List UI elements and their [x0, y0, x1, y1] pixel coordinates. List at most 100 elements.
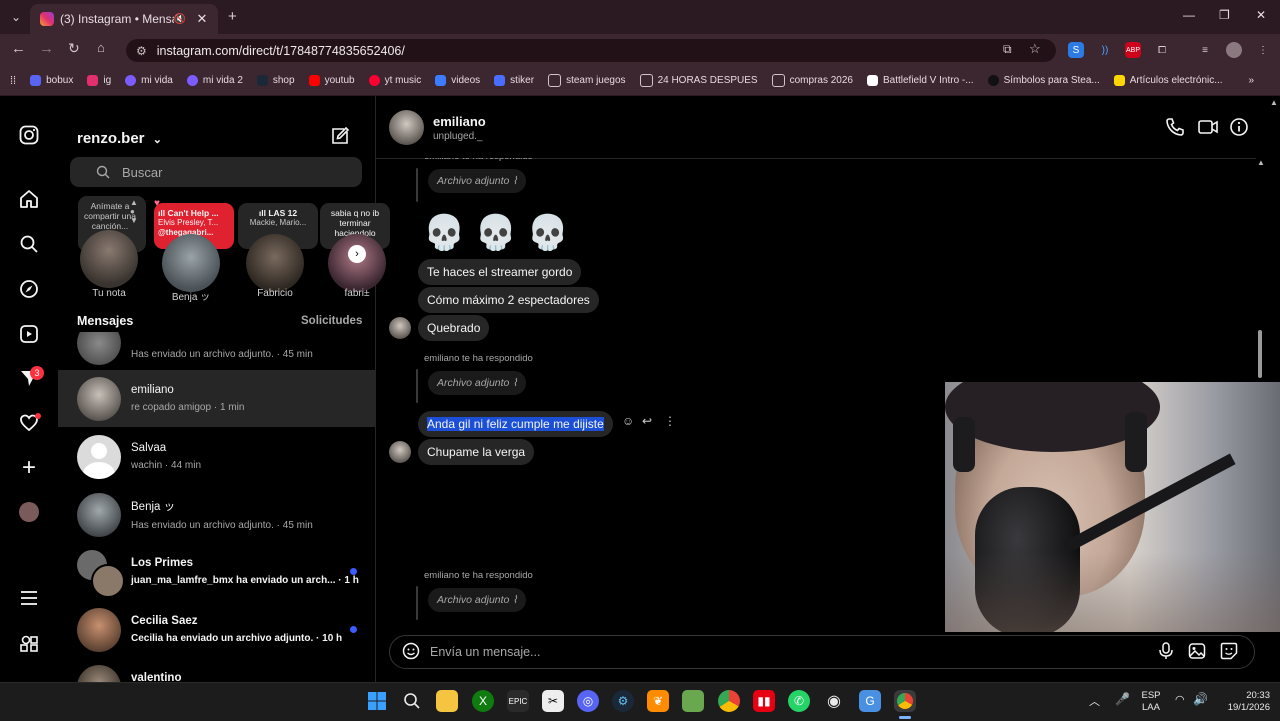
conversation-row-salvaa[interactable]: Salvaa wachin · 44 min [58, 428, 375, 485]
benja-note-avatar[interactable] [162, 234, 220, 292]
message-bubble-selected[interactable]: Anda gil ni feliz cumple me dijiste [418, 411, 613, 437]
browser-menu-icon[interactable]: ⋮ [1255, 42, 1271, 58]
steam-icon[interactable]: ⚙ [612, 690, 634, 712]
address-bar[interactable]: ⚙ instagram.com/direct/t/178487748356524… [126, 39, 1056, 62]
bookmark-battlefield[interactable]: Battlefield V Intro -... [866, 75, 974, 86]
home-nav-icon[interactable] [17, 187, 41, 211]
requests-link[interactable]: Solicitudes [301, 315, 362, 327]
profile-avatar-icon[interactable] [1226, 42, 1242, 58]
sender-avatar[interactable] [389, 441, 411, 463]
extension-shazam-icon[interactable]: S [1068, 42, 1084, 58]
instagram-logo-icon[interactable] [17, 123, 41, 147]
conversation-row-valentino[interactable]: valentino [58, 660, 375, 682]
bookmark-shop[interactable]: shop [256, 75, 295, 86]
extensions-puzzle-icon[interactable]: ⧠ [1154, 42, 1170, 58]
reload-icon[interactable]: ↻ [68, 40, 80, 57]
reels-icon[interactable] [17, 322, 41, 346]
xbox-icon[interactable]: X [472, 690, 494, 712]
more-bookmarks-icon[interactable]: » [1248, 75, 1254, 86]
message-composer[interactable]: Envía un mensaje... [389, 635, 1255, 669]
windows-start-icon[interactable] [366, 690, 388, 712]
message-bubble[interactable]: Te haces el streamer gordo [418, 259, 582, 285]
home-icon[interactable]: ⌂ [97, 40, 105, 55]
bookmark-youtub[interactable]: youtub [308, 75, 355, 86]
g-hub-icon[interactable]: G [859, 690, 881, 712]
bookmark-folder-steam[interactable]: steam juegos [548, 74, 626, 87]
react-emoji-icon[interactable]: ☺ [622, 414, 634, 428]
back-icon[interactable]: ← [11, 40, 26, 57]
explore-compass-icon[interactable] [17, 277, 41, 301]
bookmark-mi-vida[interactable]: mi vida [125, 75, 173, 86]
voice-clip-icon[interactable] [1158, 641, 1174, 663]
volume-icon[interactable]: 🔊 [1193, 692, 1208, 706]
profile-avatar-nav[interactable] [17, 500, 41, 524]
conversation-info-icon[interactable] [1229, 117, 1249, 142]
bookmark-folder-compras[interactable]: compras 2026 [771, 74, 853, 87]
bookmark-mi-vida-2[interactable]: mi vida 2 [186, 75, 243, 86]
skull-emoji-message[interactable]: 💀 💀 💀 [423, 213, 569, 253]
forward-icon[interactable]: → [39, 40, 54, 57]
chrome-active-icon[interactable] [894, 690, 916, 712]
bookmark-simbolos[interactable]: Símbolos para Stea... [987, 75, 1100, 86]
file-explorer-icon[interactable] [436, 690, 458, 712]
own-note-avatar[interactable] [80, 230, 138, 288]
minimize-icon[interactable]: — [1183, 8, 1195, 22]
scrollbar-thumb[interactable] [1258, 330, 1262, 378]
new-tab-icon[interactable]: + [228, 8, 237, 25]
page-scroll-up-icon[interactable]: ▲ [1270, 98, 1278, 107]
audio-call-icon[interactable] [1165, 117, 1185, 142]
bookmark-videos[interactable]: videos [435, 75, 480, 86]
attachment-bubble[interactable]: Archivo adjunto ⌇ [428, 371, 527, 395]
reply-arrow-icon[interactable]: ↩ [642, 414, 652, 428]
search-nav-icon[interactable] [17, 232, 41, 256]
extension-adblock-icon[interactable]: ABP [1125, 42, 1141, 58]
capcut-icon[interactable]: ✂ [542, 690, 564, 712]
wifi-icon[interactable]: ◠ [1175, 693, 1185, 706]
bookmark-yt-music[interactable]: yt music [368, 75, 421, 86]
bookmark-star-icon[interactable]: ☆ [1029, 41, 1041, 57]
add-photo-icon[interactable] [1188, 642, 1206, 663]
conversation-row-benja[interactable]: Benja ッ Has enviado un archivo adjunto. … [58, 486, 375, 543]
nintendo-icon[interactable]: ▮▮ [753, 690, 775, 712]
close-window-icon[interactable]: ✕ [1256, 8, 1266, 22]
taskbar-search-icon[interactable] [401, 690, 423, 712]
discord-icon[interactable]: ◎ [577, 690, 599, 712]
also-from-meta-icon[interactable] [17, 632, 41, 656]
bookmark-articulos[interactable]: Artículos electrónic... [1113, 75, 1223, 86]
tab-list-icon[interactable]: ⌄ [11, 10, 21, 24]
new-message-icon[interactable] [330, 126, 350, 151]
sticker-icon[interactable] [1220, 642, 1238, 663]
emoji-picker-icon[interactable] [402, 642, 420, 663]
close-tab-icon[interactable]: ✕ [194, 11, 210, 27]
tray-mic-icon[interactable]: 🎤 [1115, 692, 1130, 706]
conversation-row[interactable]: Has enviado un archivo adjunto. · 45 min [58, 332, 375, 368]
bookmark-stiker[interactable]: stiker [494, 75, 534, 86]
minecraft-icon[interactable] [682, 690, 704, 712]
fl-studio-icon[interactable]: ❦ [647, 690, 669, 712]
more-menu-icon[interactable] [17, 586, 41, 610]
message-bubble[interactable]: Cómo máximo 2 espectadores [418, 287, 599, 313]
attachment-bubble[interactable]: Archivo adjunto ⌇ [428, 588, 527, 612]
tray-overflow-icon[interactable]: ︿ [1089, 693, 1100, 709]
more-options-icon[interactable]: ⋮ [664, 414, 676, 428]
chat-contact-avatar[interactable] [389, 110, 424, 145]
conversation-row-los-primes[interactable]: Los Primes juan_ma_lamfre_bmx ha enviado… [58, 543, 375, 600]
conversation-row-emiliano[interactable]: emiliano re copado amigop · 1 min [58, 370, 375, 427]
extension-audio-icon[interactable]: )) [1097, 42, 1113, 58]
browser-tab[interactable]: (3) Instagram • Mensajes 🔇 ✕ [30, 4, 218, 34]
install-app-icon[interactable]: ⧉ [1003, 42, 1012, 57]
mute-tab-icon[interactable]: 🔇 [174, 14, 186, 25]
conversation-row-cecilia[interactable]: Cecilia Saez Cecilia ha enviado un archi… [58, 601, 375, 658]
search-input[interactable]: Buscar [70, 157, 362, 187]
obs-icon[interactable]: ◉ [823, 690, 845, 712]
clock[interactable]: 20:33 19/1/2026 [1212, 690, 1270, 714]
account-switcher[interactable]: renzo.ber ⌄ [77, 130, 162, 147]
chat-contact-name[interactable]: emiliano [433, 114, 486, 129]
bookmark-folder-24h[interactable]: 24 HORAS DESPUES [639, 74, 758, 87]
language-indicator[interactable]: ESP LAA [1138, 690, 1164, 714]
bookmark-ig[interactable]: ig [87, 75, 111, 86]
chrome-icon[interactable] [718, 690, 740, 712]
site-settings-icon[interactable]: ⚙ [136, 44, 147, 58]
message-bubble[interactable]: Quebrado [418, 315, 490, 341]
apps-grid-icon[interactable]: ⁞⁞ [10, 75, 16, 87]
